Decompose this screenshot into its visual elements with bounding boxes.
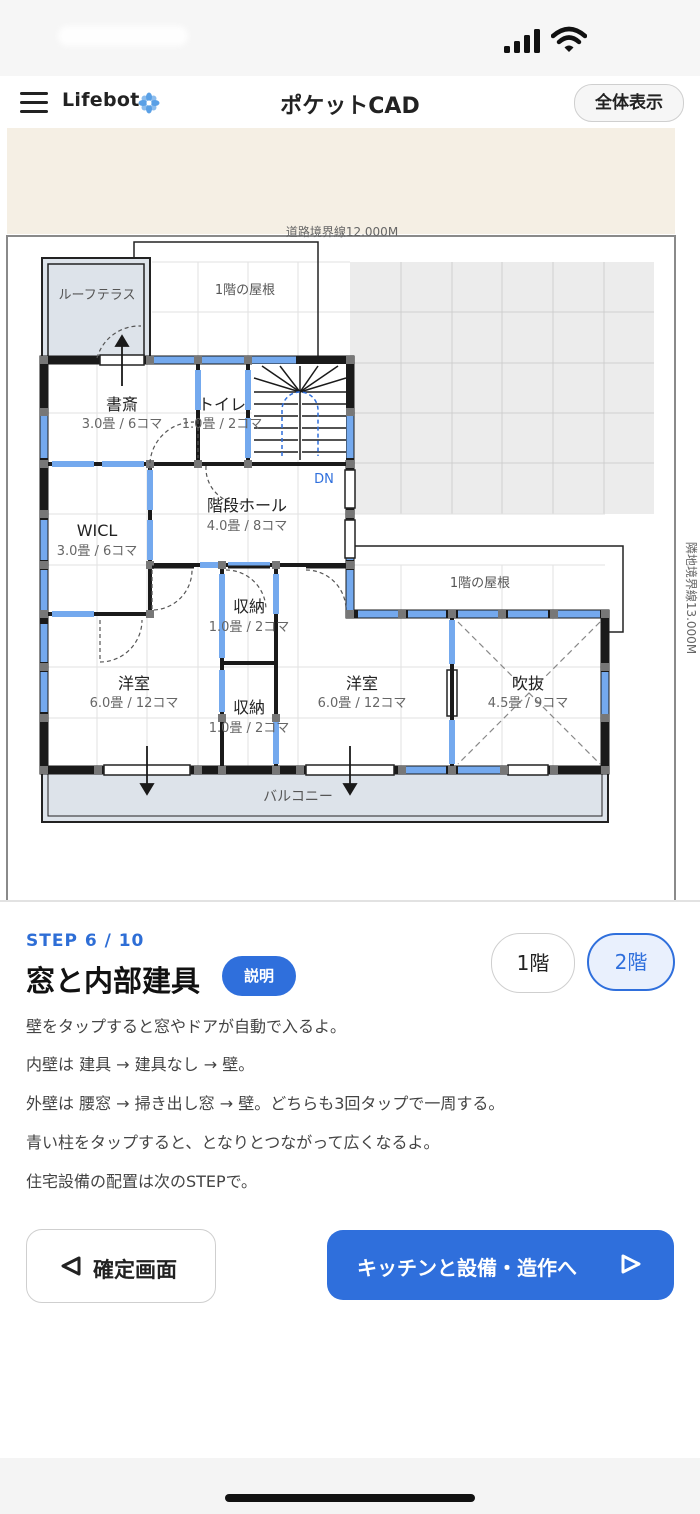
balcony-label: バルコニー <box>263 789 333 805</box>
instruction-line-4: 青い柱をタップすると、となりとつながって広くなるよ。 <box>26 1133 440 1152</box>
road-area <box>7 128 675 234</box>
instruction-line-2: 内壁は 建具 → 建具なし → 壁。 <box>26 1055 255 1074</box>
instruction-line-1: 壁をタップすると窓やドアが自動で入るよ。 <box>26 1017 347 1036</box>
instruction-line-5: 住宅設備の配置は次のSTEPで。 <box>26 1172 258 1191</box>
room-name-storage-2: 収納 <box>233 698 265 717</box>
room-name-void: 吹抜 <box>512 674 544 693</box>
floor-1-button[interactable]: 1階 <box>491 933 575 993</box>
cellular-signal-icon <box>504 29 540 53</box>
room-size-toilet: 1.0畳 / 2コマ <box>182 417 263 432</box>
status-bar <box>0 0 700 76</box>
stairs-dn-label: DN <box>314 472 334 487</box>
wifi-icon <box>551 26 587 52</box>
status-time-blurred <box>58 26 188 46</box>
fit-view-button[interactable]: 全体表示 <box>574 84 684 122</box>
step-heading: 窓と内部建具 <box>26 964 201 998</box>
instruction-line-3: 外壁は 腰窓 → 掃き出し窓 → 壁。どちらも3回タップで一周する。 <box>26 1094 505 1113</box>
room-size-storage-2: 1.0畳 / 2コマ <box>209 721 290 736</box>
floor-plan-svg[interactable]: 道路境界線12.000M 隣地境界線13.000M 1階の屋根 1階の屋根 ルー… <box>0 128 700 900</box>
room-size-western-2: 6.0畳 / 12コマ <box>318 696 407 711</box>
triangle-left-icon <box>61 1256 81 1276</box>
roof-label-right: 1階の屋根 <box>450 576 510 591</box>
room-name-western-2: 洋室 <box>346 674 378 693</box>
help-button[interactable]: 説明 <box>222 956 296 996</box>
room-size-storage-1: 1.0畳 / 2コマ <box>209 620 290 635</box>
room-name-storage-1: 収納 <box>233 597 265 616</box>
roof-terrace-label: ルーフテラス <box>59 288 136 303</box>
room-size-stair-hall: 4.0畳 / 8コマ <box>207 519 288 534</box>
home-indicator[interactable] <box>225 1494 475 1502</box>
floor-plan-canvas[interactable]: 道路境界線12.000M 隣地境界線13.000M 1階の屋根 1階の屋根 ルー… <box>0 128 700 900</box>
room-size-western-1: 6.0畳 / 12コマ <box>90 696 179 711</box>
back-button-label: 確定画面 <box>93 1258 177 1282</box>
next-step-button[interactable]: キッチンと設備・造作へ <box>327 1230 674 1300</box>
staircase[interactable] <box>252 364 347 460</box>
canvas-divider <box>0 900 700 902</box>
room-size-study: 3.0畳 / 6コマ <box>82 417 163 432</box>
triangle-right-icon <box>621 1254 641 1274</box>
room-name-wicl: WICL <box>77 521 118 540</box>
step-indicator: STEP 6 / 10 <box>26 931 145 951</box>
room-name-western-1: 洋室 <box>118 674 150 693</box>
back-to-confirm-button[interactable]: 確定画面 <box>26 1229 216 1303</box>
floor-2-button[interactable]: 2階 <box>587 933 675 991</box>
neighbor-boundary-label: 隣地境界線13.000M <box>684 542 699 654</box>
room-name-toilet: トイレ <box>198 395 246 414</box>
room-size-wicl: 3.0畳 / 6コマ <box>57 544 138 559</box>
room-name-stair-hall: 階段ホール <box>207 496 287 515</box>
next-button-label: キッチンと設備・造作へ <box>357 1256 577 1280</box>
roof-label-top: 1階の屋根 <box>215 283 275 298</box>
room-size-void: 4.5畳 / 9コマ <box>488 696 569 711</box>
bottom-safe-area <box>0 1458 700 1514</box>
road-boundary-label: 道路境界線12.000M <box>286 224 398 239</box>
roof-terrace[interactable] <box>41 257 151 359</box>
room-name-study: 書斎 <box>106 395 138 414</box>
